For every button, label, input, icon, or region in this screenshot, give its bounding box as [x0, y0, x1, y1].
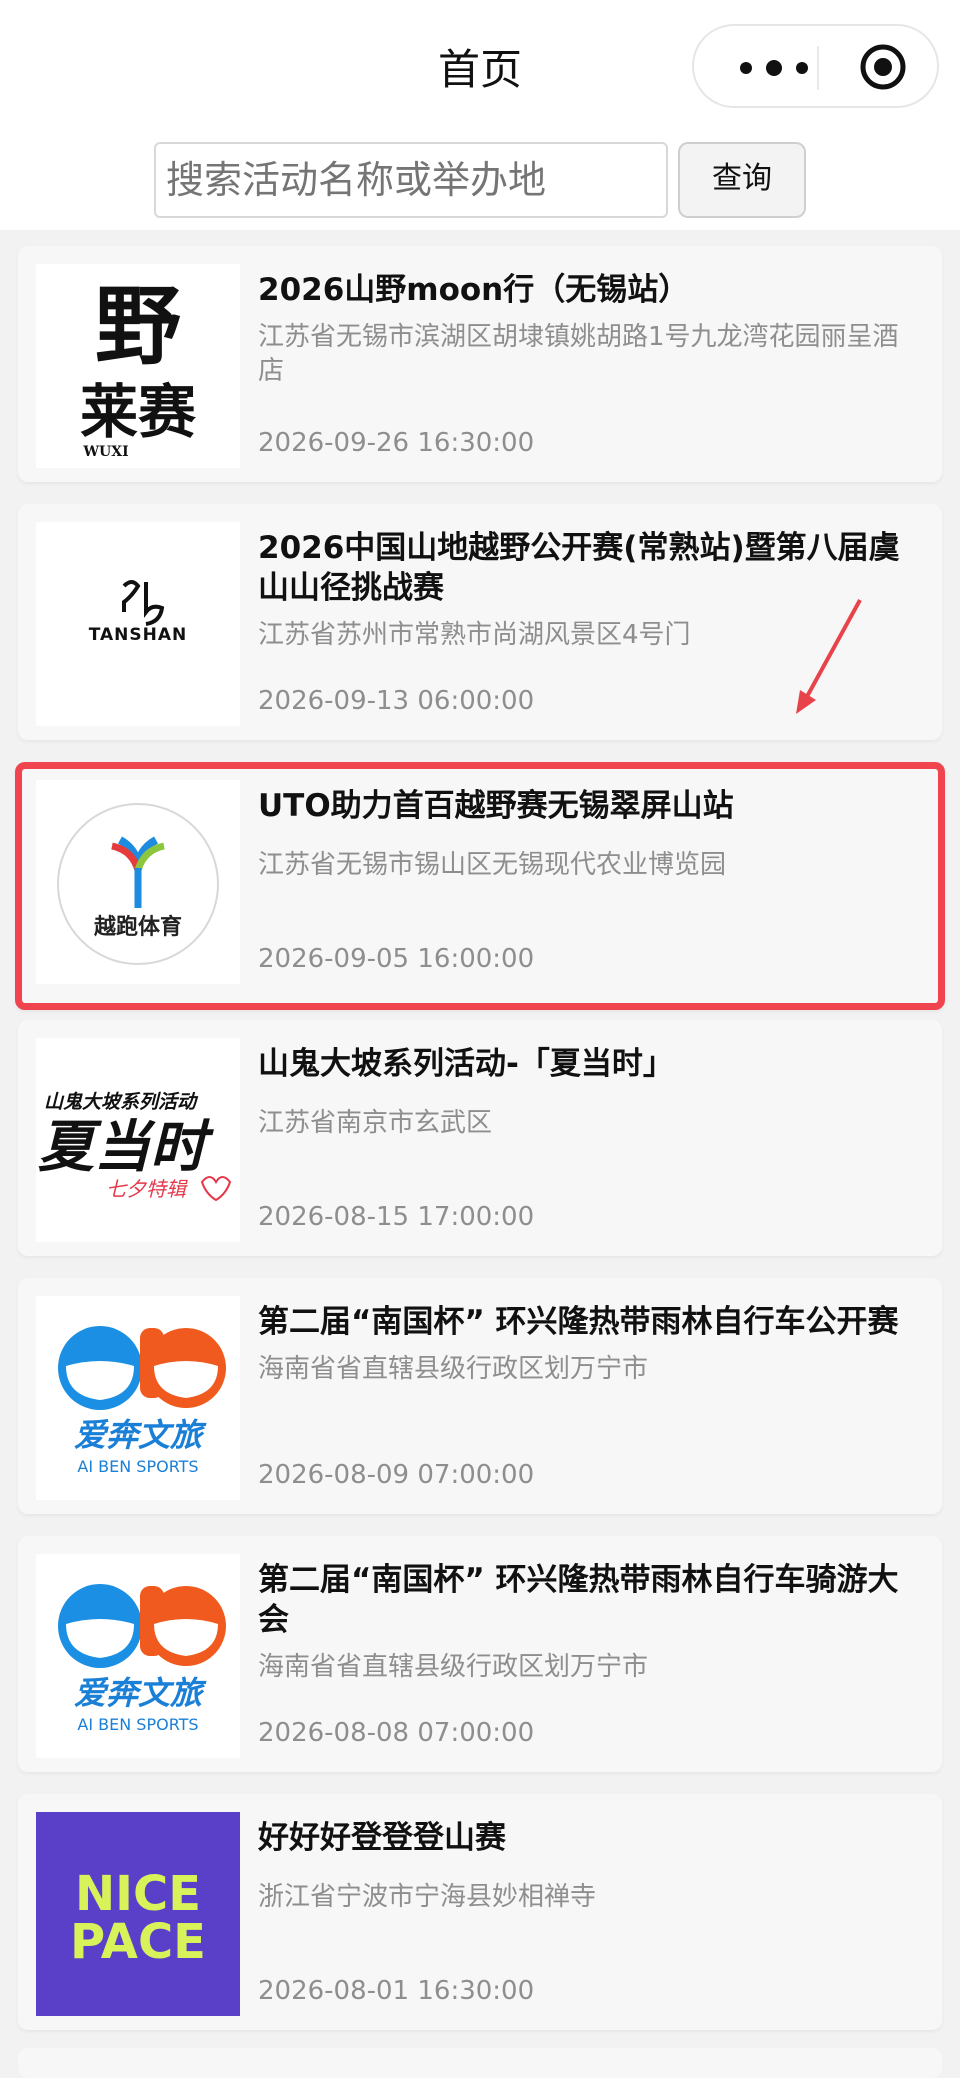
event-card[interactable]: 爱奔文旅 AI BEN SPORTS 第二届“南国杯” 环兴隆热带雨林自行车公开… [18, 1278, 942, 1514]
top-navigation-bar: 首页 [0, 0, 960, 130]
svg-text:七夕特辑: 七夕特辑 [106, 1177, 188, 1201]
event-card[interactable]: NICE PACE 好好好登登登山赛 浙江省宁波市宁海县妙相禅寺 2026-08… [18, 1794, 942, 2030]
event-address: 浙江省宁波市宁海县妙相禅寺 [258, 1882, 597, 1912]
event-logo: 山鬼大坡系列活动 夏当时 七夕特辑 [36, 1038, 240, 1242]
event-address: 海南省省直辖县级行政区划万宁市 [258, 1652, 649, 1682]
event-logo: 野 莱赛 WUXI [36, 264, 240, 468]
event-time: 2026-08-09 07:00:00 [258, 1460, 535, 1490]
event-card-highlighted[interactable]: 越跑体育 UTO助力首百越野赛无锡翠屏山站 江苏省无锡市锡山区无锡现代农业博览园… [15, 762, 945, 1010]
event-logo: 越跑体育 [36, 780, 240, 984]
event-time: 2026-09-13 06:00:00 [258, 686, 535, 716]
event-time: 2026-09-05 16:00:00 [258, 944, 535, 974]
svg-text:AI BEN SPORTS: AI BEN SPORTS [77, 1457, 198, 1476]
svg-text:莱赛: 莱赛 [80, 378, 197, 446]
search-bar: 查询 [0, 130, 960, 230]
event-address: 江苏省无锡市锡山区无锡现代农业博览园 [258, 850, 727, 880]
event-logo: NICE PACE [36, 1812, 240, 2016]
event-time: 2026-08-15 17:00:00 [258, 1202, 535, 1232]
event-card[interactable]: 野 莱赛 WUXI 2026山野moon行（无锡站） 江苏省无锡市滨湖区胡埭镇姚… [18, 246, 942, 482]
annotation-arrow-icon [796, 599, 862, 714]
event-logo: TANSHAN [36, 522, 240, 726]
event-title: 第二届“南国杯” 环兴隆热带雨林自行车公开赛 [258, 1304, 899, 1340]
svg-text:PACE: PACE [70, 1914, 206, 1970]
event-logo: 爱奔文旅 AI BEN SPORTS [36, 1554, 240, 1758]
event-time: 2026-08-01 16:30:00 [258, 1976, 535, 2006]
svg-text:WUXI: WUXI [82, 444, 128, 460]
event-address: 江苏省无锡市滨湖区胡埭镇姚胡路1号九龙湾花园丽呈酒店 [258, 322, 899, 386]
svg-text:爱奔文旅: 爱奔文旅 [74, 1416, 207, 1454]
more-dots-icon[interactable] [734, 54, 814, 82]
event-title: 第二届“南国杯” 环兴隆热带雨林自行车骑游大会 [258, 1562, 899, 1638]
search-input[interactable] [154, 142, 668, 218]
mini-program-capsule [692, 24, 939, 108]
event-logo: 爱奔文旅 AI BEN SPORTS [36, 1296, 240, 1500]
svg-text:山鬼大坡系列活动: 山鬼大坡系列活动 [44, 1091, 199, 1113]
event-card[interactable]: 爱奔文旅 AI BEN SPORTS 第二届“南国杯” 环兴隆热带雨林自行车骑游… [18, 1536, 942, 1772]
event-card-partial [18, 2048, 942, 2078]
event-address: 海南省省直辖县级行政区划万宁市 [258, 1354, 649, 1384]
event-title: UTO助力首百越野赛无锡翠屏山站 [258, 788, 734, 824]
svg-text:夏当时: 夏当时 [38, 1115, 214, 1180]
event-title: 山鬼大坡系列活动-「夏当时」 [258, 1046, 674, 1082]
target-icon[interactable] [859, 43, 907, 91]
event-title: 2026山野moon行（无锡站） [258, 272, 690, 308]
event-card[interactable]: 山鬼大坡系列活动 夏当时 七夕特辑 山鬼大坡系列活动-「夏当时」 江苏省南京市玄… [18, 1020, 942, 1256]
svg-text:TANSHAN: TANSHAN [89, 625, 188, 645]
event-title: 好好好登登登山赛 [258, 1820, 506, 1856]
event-time: 2026-08-08 07:00:00 [258, 1718, 535, 1748]
svg-text:AI BEN SPORTS: AI BEN SPORTS [77, 1715, 198, 1734]
capsule-divider [817, 46, 819, 90]
svg-text:爱奔文旅: 爱奔文旅 [74, 1674, 207, 1712]
svg-text:越跑体育: 越跑体育 [93, 914, 182, 940]
svg-text:野: 野 [95, 276, 181, 377]
event-time: 2026-09-26 16:30:00 [258, 428, 535, 458]
search-button[interactable]: 查询 [678, 142, 806, 218]
event-address: 江苏省南京市玄武区 [258, 1108, 493, 1138]
